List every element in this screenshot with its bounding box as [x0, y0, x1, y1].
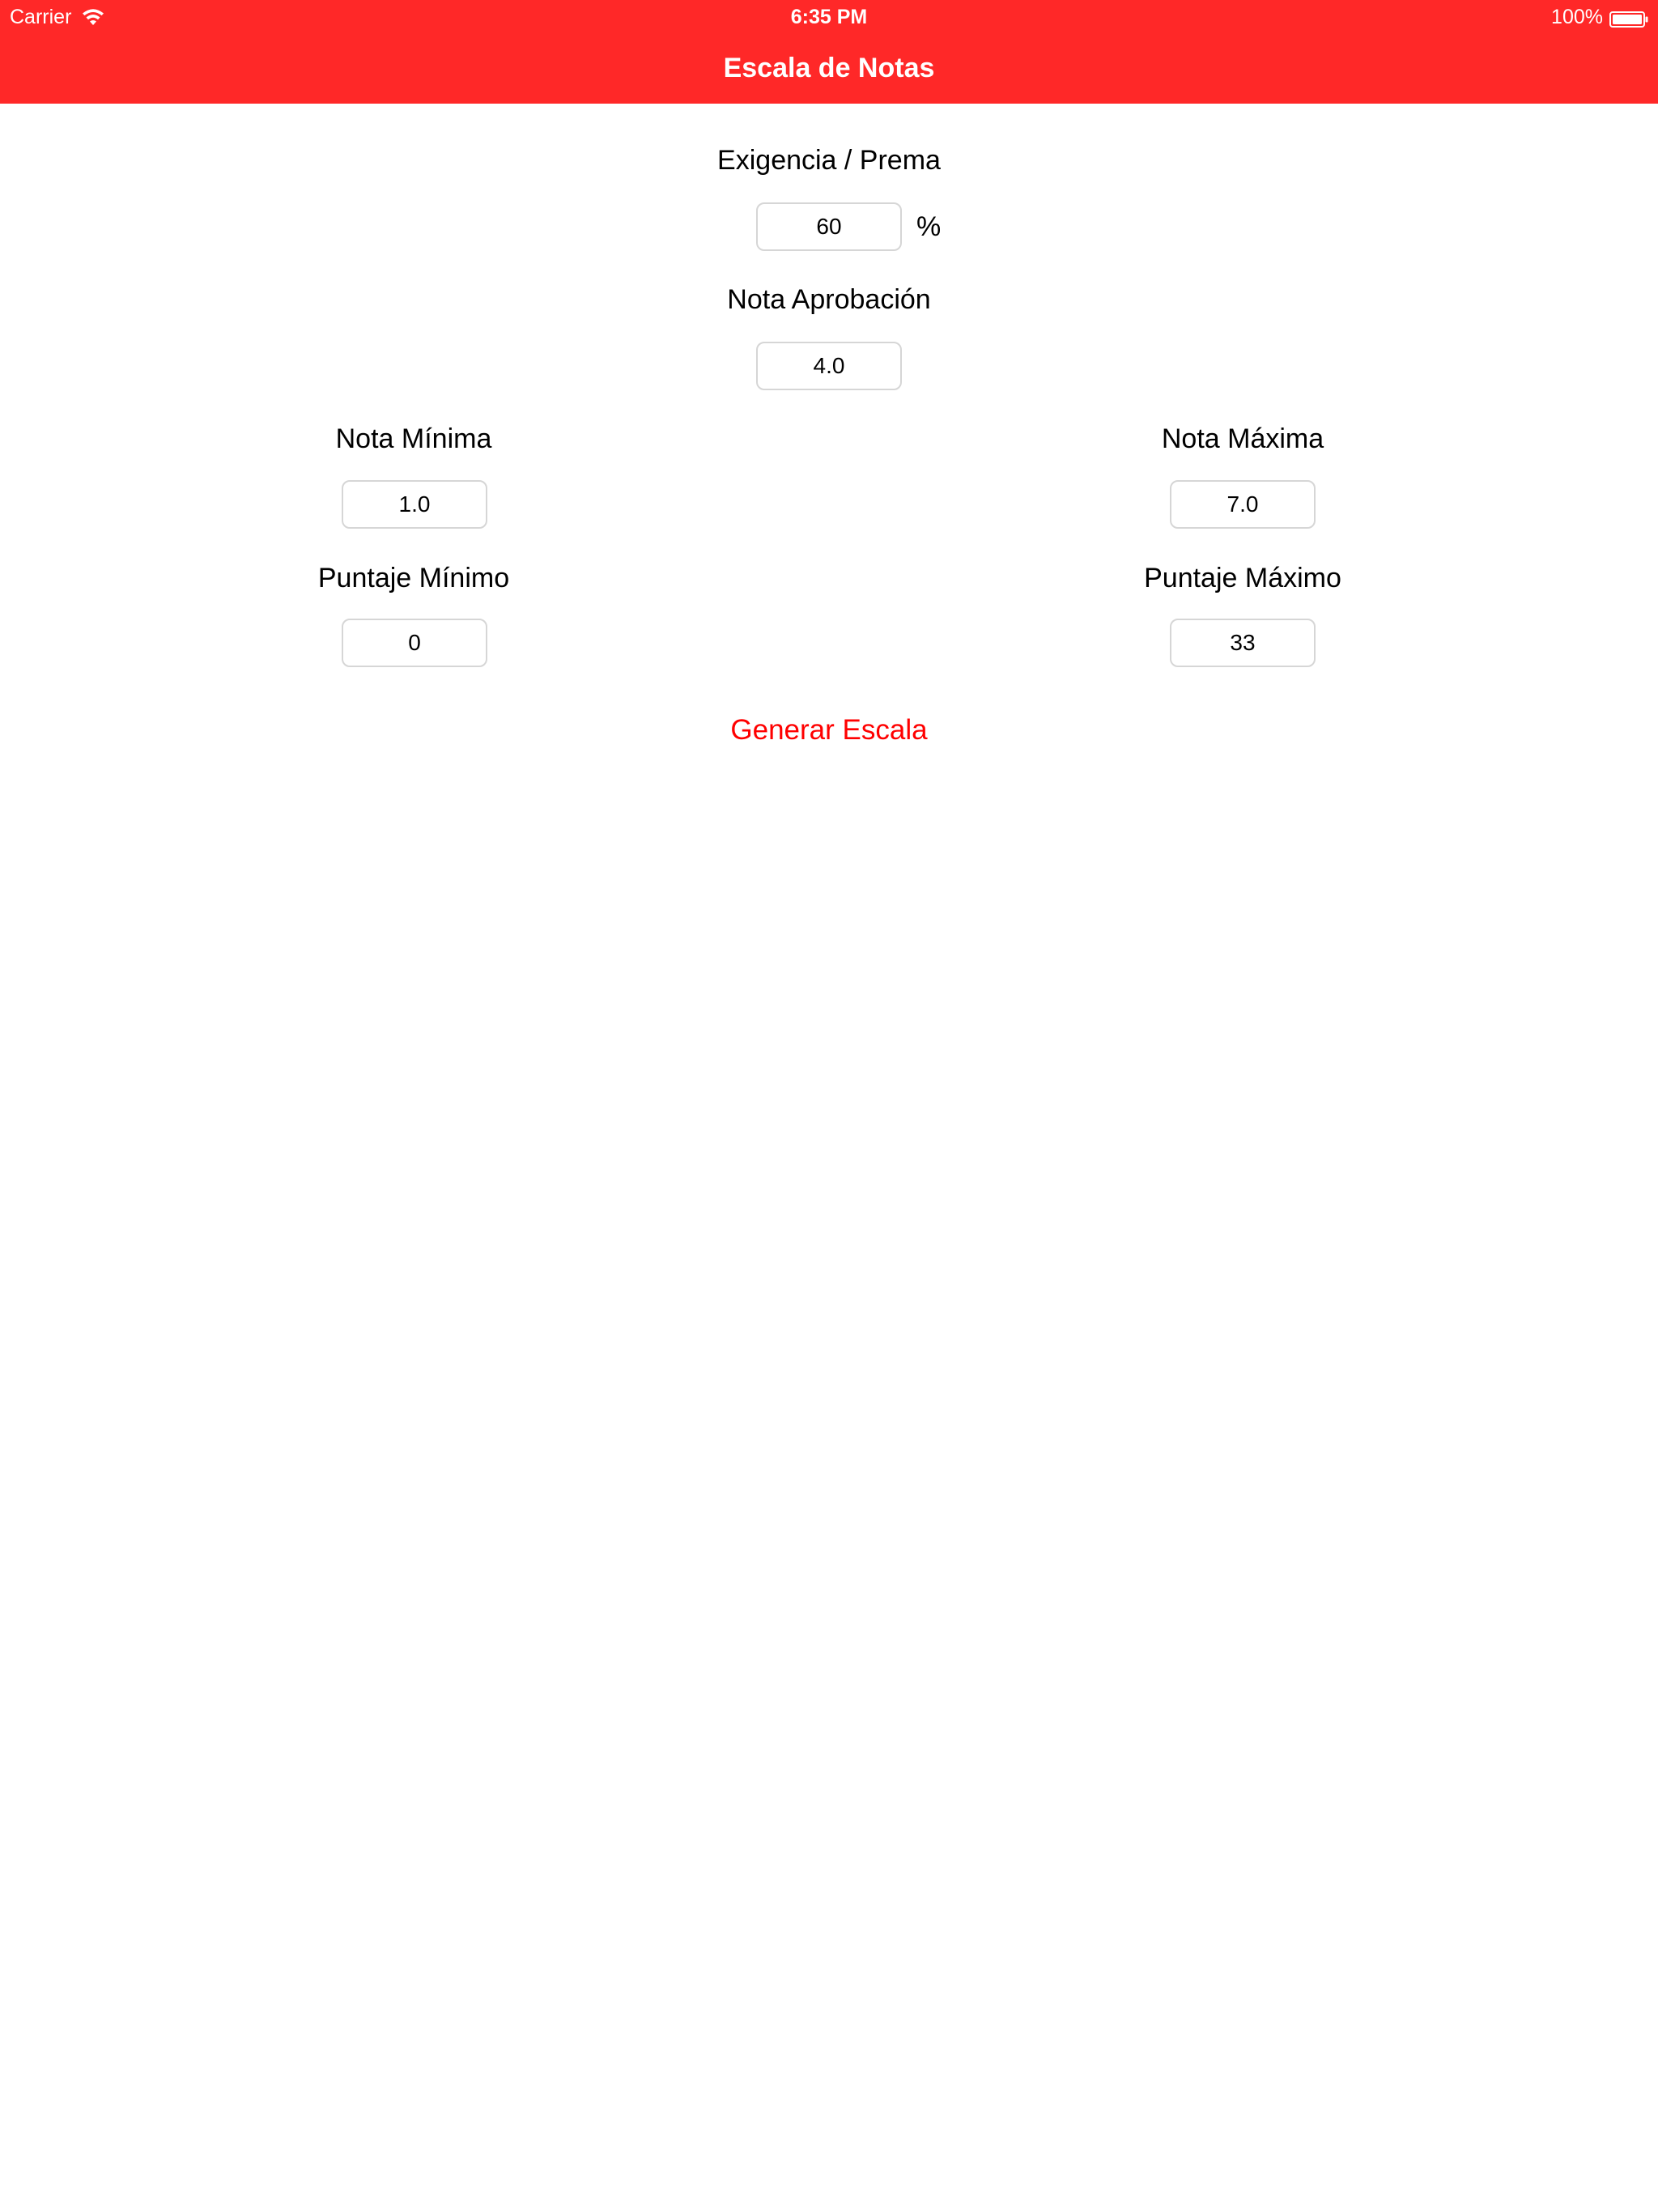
- battery-percent: 100%: [1551, 6, 1603, 28]
- status-bar: Carrier 6:35 PM 100%: [0, 0, 1658, 32]
- status-battery-group: 100%: [1551, 5, 1648, 29]
- puntaje-minimo-label: Puntaje Mínimo: [317, 563, 510, 593]
- puntaje-minimo-field[interactable]: [342, 619, 487, 667]
- nota-aprobacion-label: Nota Aprobación: [727, 284, 931, 315]
- exigencia-field[interactable]: [756, 202, 902, 251]
- generate-scale-button[interactable]: Generar Escala: [627, 709, 1031, 750]
- puntaje-maximo-label: Puntaje Máximo: [1144, 563, 1341, 593]
- nota-maxima-label: Nota Máxima: [1161, 423, 1324, 454]
- app-screen: Carrier 6:35 PM 100% Escala de Notas Exi…: [0, 0, 1658, 2212]
- nota-maxima-field[interactable]: [1170, 480, 1316, 529]
- status-time: 6:35 PM: [790, 6, 868, 28]
- battery-icon: [1609, 9, 1648, 28]
- puntaje-maximo-field[interactable]: [1170, 619, 1316, 667]
- exigencia-label: Exigencia / Prema: [717, 145, 941, 176]
- nota-minima-label: Nota Mínima: [335, 423, 492, 454]
- percent-suffix: %: [916, 211, 942, 242]
- nota-minima-field[interactable]: [342, 480, 487, 529]
- navigation-bar: Carrier 6:35 PM 100% Escala de Notas: [0, 0, 1658, 104]
- nota-aprobacion-field[interactable]: [756, 342, 902, 390]
- nav-title: Escala de Notas: [723, 53, 935, 83]
